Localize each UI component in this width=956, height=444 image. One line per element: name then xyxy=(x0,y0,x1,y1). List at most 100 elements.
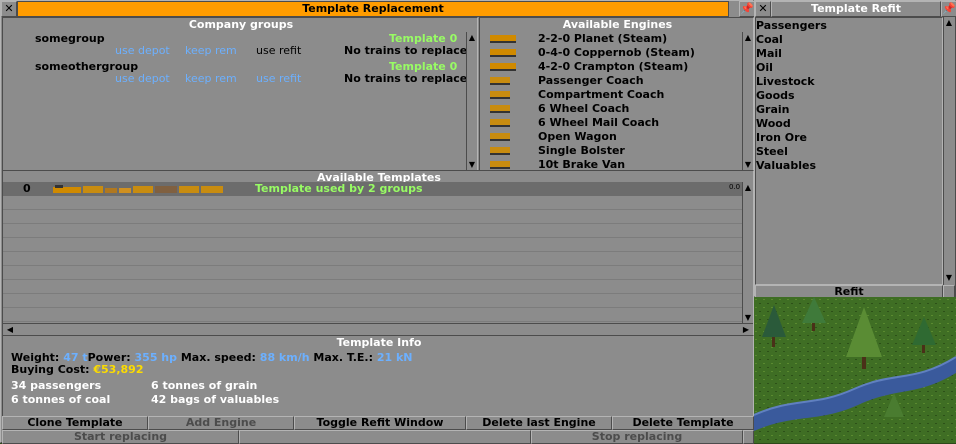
vehicle-sprite-icon xyxy=(490,119,510,127)
group-name: somegroup xyxy=(35,32,105,45)
engines-scrollbar[interactable]: ▲ ▼ xyxy=(742,32,753,170)
available-engines-panel: Available Engines 2-2-0 Planet (Steam) 0-… xyxy=(479,17,754,171)
cargo-list-item[interactable]: Valuables xyxy=(756,159,942,173)
close-icon[interactable]: ✕ xyxy=(1,1,17,17)
vehicle-sprite-icon xyxy=(490,77,510,85)
engine-list-item[interactable]: 6 Wheel Coach xyxy=(480,102,742,116)
cargo-list-item[interactable]: Oil xyxy=(756,61,942,75)
templates-scrollbar[interactable]: ▲ ▼ xyxy=(742,182,753,323)
engine-list-item[interactable]: Passenger Coach xyxy=(480,74,742,88)
scroll-up-icon[interactable]: ▲ xyxy=(743,182,753,193)
engine-list-item[interactable]: Single Bolster xyxy=(480,144,742,158)
group-status: No trains to replace xyxy=(344,72,468,85)
vehicle-sprite-icon xyxy=(490,161,510,169)
scroll-up-icon[interactable]: ▲ xyxy=(743,32,753,43)
delete-template-button[interactable]: Delete Template xyxy=(612,416,754,430)
engine-list-item[interactable]: 4-2-0 Crampton (Steam) xyxy=(480,60,742,74)
scroll-down-icon[interactable]: ▼ xyxy=(743,159,753,170)
pin-icon[interactable]: 📌 xyxy=(739,1,755,17)
cargo-list-item[interactable]: Iron Ore xyxy=(756,131,942,145)
engine-list-item[interactable]: 6 Wheel Mail Coach xyxy=(480,116,742,130)
capacity-passengers: 34 passengers xyxy=(11,379,102,392)
template-ratio: 0.0 xyxy=(729,183,741,191)
engine-name: Open Wagon xyxy=(538,130,617,143)
horizontal-scrollbar[interactable]: ◀ ▶ xyxy=(3,323,753,335)
game-map-view[interactable] xyxy=(754,297,956,443)
te-value: 21 kN xyxy=(376,351,413,364)
available-engines-title: Available Engines xyxy=(562,18,673,31)
cargo-list-panel: Passengers Coal Mail Oil Livestock Goods Grain… xyxy=(755,17,943,285)
engine-list-item[interactable]: Open Wagon xyxy=(480,130,742,144)
engine-name: Compartment Coach xyxy=(538,88,665,101)
engine-list-item[interactable]: 0-4-0 Coppernob (Steam) xyxy=(480,46,742,60)
cargo-list-item[interactable]: Grain xyxy=(756,103,942,117)
keep-rem-toggle[interactable]: keep rem xyxy=(185,72,237,85)
spacer-panel xyxy=(239,430,531,444)
cargo-list-item[interactable]: Mail xyxy=(756,47,942,61)
group-row[interactable]: someothergroup Template 0 use depot keep… xyxy=(3,60,468,88)
template-list-lines xyxy=(3,196,742,322)
engine-list-item[interactable]: Compartment Coach xyxy=(480,88,742,102)
cargo-scrollbar[interactable]: ▲ ▼ xyxy=(943,17,954,285)
close-icon[interactable]: ✕ xyxy=(755,1,771,17)
cost-line: Buying Cost: €53,892 xyxy=(11,363,143,376)
scroll-right-icon[interactable]: ▶ xyxy=(741,324,751,335)
refit-title: Template Refit xyxy=(811,2,901,15)
template-index: 0 xyxy=(23,182,31,195)
scroll-down-icon[interactable]: ▼ xyxy=(944,272,954,283)
add-engine-button[interactable]: Add Engine xyxy=(148,416,294,430)
scroll-left-icon[interactable]: ◀ xyxy=(5,324,15,335)
cargo-list-item[interactable]: Steel xyxy=(756,145,942,159)
scroll-down-icon[interactable]: ▼ xyxy=(467,159,477,170)
keep-rem-toggle[interactable]: keep rem xyxy=(185,44,237,57)
cargo-list-item[interactable]: Goods xyxy=(756,89,942,103)
capacity-grain: 6 tonnes of grain xyxy=(151,379,258,392)
resize-handle-icon[interactable] xyxy=(743,430,754,444)
cargo-list-item[interactable]: Wood xyxy=(756,117,942,131)
cargo-list-item[interactable]: Livestock xyxy=(756,75,942,89)
engine-name: 6 Wheel Mail Coach xyxy=(538,116,660,129)
template-info-title: Template Info xyxy=(336,336,422,349)
speed-value: 88 km/h xyxy=(259,351,310,364)
pin-icon[interactable]: 📌 xyxy=(941,1,956,17)
train-sprite-icon xyxy=(53,185,223,193)
speed-label: Max. speed: xyxy=(180,351,256,364)
stop-replacing-button[interactable]: Stop replacing xyxy=(531,430,743,444)
start-replacing-button[interactable]: Start replacing xyxy=(2,430,239,444)
engine-list: 2-2-0 Planet (Steam) 0-4-0 Coppernob (Ste… xyxy=(480,32,742,172)
window-title: Template Replacement xyxy=(302,2,444,15)
use-depot-toggle[interactable]: use depot xyxy=(115,44,170,57)
vehicle-sprite-icon xyxy=(490,49,516,57)
company-groups-title: Company groups xyxy=(188,18,294,31)
cost-value: €53,892 xyxy=(93,363,144,376)
engine-list-item[interactable]: 2-2-0 Planet (Steam) xyxy=(480,32,742,46)
cargo-list-item[interactable]: Passengers xyxy=(756,19,942,33)
use-depot-toggle[interactable]: use depot xyxy=(115,72,170,85)
company-groups-panel: Company groups somegroup Template 0 use … xyxy=(2,17,478,171)
delete-last-engine-button[interactable]: Delete last Engine xyxy=(466,416,612,430)
group-row[interactable]: somegroup Template 0 use depot keep rem … xyxy=(3,32,467,60)
use-refit-toggle[interactable]: use refit xyxy=(256,44,301,57)
toggle-refit-button[interactable]: Toggle Refit Window xyxy=(294,416,466,430)
clone-template-button[interactable]: Clone Template xyxy=(2,416,148,430)
cost-label: Buying Cost: xyxy=(11,363,90,376)
engine-name: Passenger Coach xyxy=(538,74,644,87)
scroll-up-icon[interactable]: ▲ xyxy=(944,17,954,28)
vehicle-sprite-icon xyxy=(490,105,510,113)
template-row[interactable]: 0 Template used by 2 groups 0.0 xyxy=(3,182,742,196)
engine-name: 2-2-0 Planet (Steam) xyxy=(538,32,668,45)
vehicle-sprite-icon xyxy=(490,63,516,71)
vehicle-sprite-icon xyxy=(490,35,516,43)
scroll-up-icon[interactable]: ▲ xyxy=(467,32,477,43)
scroll-down-icon[interactable]: ▼ xyxy=(743,312,753,323)
vehicle-sprite-icon xyxy=(490,133,510,141)
company-groups-scrollbar[interactable]: ▲ ▼ xyxy=(466,32,477,170)
engine-name: 0-4-0 Coppernob (Steam) xyxy=(538,46,695,59)
te-label: Max. T.E.: xyxy=(313,351,373,364)
capacity-coal: 6 tonnes of coal xyxy=(11,393,111,406)
cargo-list-item[interactable]: Coal xyxy=(756,33,942,47)
use-refit-toggle[interactable]: use refit xyxy=(256,72,301,85)
available-templates-panel: Available Templates 0 Template used by 2… xyxy=(2,170,754,336)
template-replacement-window: ✕ Template Replacement 📌 Company groups … xyxy=(0,0,755,444)
vehicle-sprite-icon xyxy=(490,147,510,155)
